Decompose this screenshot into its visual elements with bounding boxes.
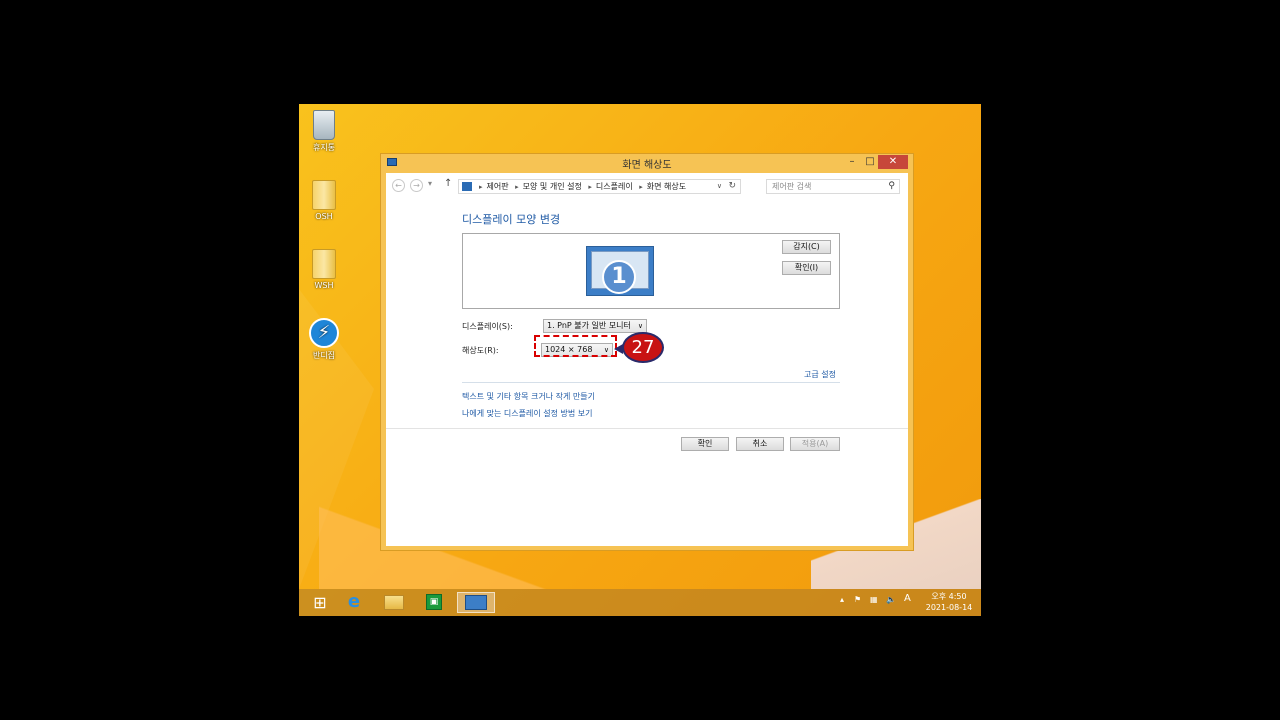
window-content: ← → ▾ ↑ ▸ 제어판 ▸ 모양 및 개인 설정 ▸ 디스플레이 ▸ 화면 해상도 … [386,173,908,546]
system-clock[interactable]: 오후 4:50 2021-08-14 [923,591,975,613]
action-center-flag-icon[interactable]: ⚑ [854,595,861,604]
identify-button[interactable]: 확인(I) [782,261,831,275]
taskbar: ⊞ e ▣ ▴ ⚑ ▦ 🔈 A 오후 4:50 2021-08-14 [299,589,981,616]
desktop-icon-label: WSH [314,281,334,290]
desktop-icon-label: 반디집 [312,351,336,360]
monitor-1-tile[interactable]: 1 [586,246,654,296]
recent-pages-dropdown[interactable]: ▾ [428,179,432,188]
desktop-screen: 휴지통 OSH WSH ⚡ 반디집 화면 해상도 – □ ✕ ← → ▾ ↑ ▸… [299,104,981,616]
volume-icon[interactable]: 🔈 [886,595,896,604]
recycle-bin-icon [313,110,335,140]
breadcrumb[interactable]: ▸ 제어판 ▸ 모양 및 개인 설정 ▸ 디스플레이 ▸ 화면 해상도 ∨ ↻ [458,179,741,194]
step-number-badge: 27 [622,332,664,363]
chevron-right-icon: ▸ [515,183,519,191]
bandizip-shortcut[interactable]: ⚡ 반디집 [305,318,343,361]
ok-button[interactable]: 확인 [681,437,729,451]
wsh-folder-shortcut[interactable]: WSH [305,249,343,290]
folder-icon [384,595,404,610]
folder-icon [312,249,336,279]
resolution-label: 해상도(R): [462,346,499,355]
control-panel-icon [465,595,487,610]
display-select[interactable]: 1. PnP 불가 일반 모니터 ∨ [543,319,647,333]
bandizip-icon: ⚡ [309,318,339,348]
display-select-value: 1. PnP 불가 일반 모니터 [547,321,631,330]
chevron-down-icon: ∨ [637,322,643,330]
address-bar: ← → ▾ ↑ ▸ 제어판 ▸ 모양 및 개인 설정 ▸ 디스플레이 ▸ 화면 해상도 … [386,173,908,199]
network-icon[interactable]: ▦ [870,595,878,604]
internet-explorer-icon: e [347,591,361,612]
control-panel-taskbar-button[interactable] [457,592,495,613]
breadcrumb-item[interactable]: 디스플레이 [596,182,633,191]
file-explorer-button[interactable] [377,592,411,613]
refresh-icon[interactable]: ↻ [728,180,736,193]
recycle-bin-shortcut[interactable]: 휴지통 [305,110,343,153]
folder-icon [312,180,336,210]
breadcrumb-item[interactable]: 모양 및 개인 설정 [523,182,582,191]
monitor-number: 1 [602,260,636,294]
search-icon[interactable]: ⚲ [888,180,895,193]
internet-explorer-button[interactable]: e [337,592,371,613]
forward-button[interactable]: → [410,179,423,192]
store-icon: ▣ [426,594,442,610]
store-button[interactable]: ▣ [417,592,451,613]
desktop-icon-label: OSH [315,212,333,221]
chevron-right-icon: ▸ [588,183,592,191]
up-button[interactable]: ↑ [444,178,452,189]
show-hidden-icons-button[interactable]: ▴ [840,595,844,604]
maximize-button[interactable]: □ [863,155,877,169]
clock-time: 오후 4:50 [931,592,967,601]
control-panel-icon [462,182,472,191]
chevron-down-icon[interactable]: ∨ [717,180,722,193]
start-button[interactable]: ⊞ [303,592,337,613]
page-title: 디스플레이 모양 변경 [462,213,561,226]
close-button[interactable]: ✕ [878,155,908,169]
ime-indicator[interactable]: A [904,593,911,604]
search-placeholder: 제어판 검색 [772,182,812,191]
chevron-right-icon: ▸ [479,183,483,191]
desktop-icon-label: 휴지통 [312,143,336,152]
screen-resolution-window: 화면 해상도 – □ ✕ ← → ▾ ↑ ▸ 제어판 ▸ 모양 및 개인 설정 ▸ 디… [380,153,914,551]
display-label: 디스플레이(S): [462,322,513,331]
minimize-button[interactable]: – [845,155,859,169]
search-input[interactable]: 제어판 검색 ⚲ [766,179,900,194]
back-button[interactable]: ← [392,179,405,192]
window-title: 화면 해상도 [622,160,672,171]
divider [462,382,840,383]
highlight-box [534,335,617,357]
windows-logo-icon: ⊞ [313,593,327,612]
apply-button[interactable]: 적용(A) [790,437,840,451]
breadcrumb-item[interactable]: 화면 해상도 [647,182,686,191]
breadcrumb-item[interactable]: 제어판 [487,182,509,191]
text-size-link[interactable]: 텍스트 및 기타 항목 크거나 작게 만들기 [462,391,595,402]
monitor-screen: 1 [591,251,649,294]
chevron-right-icon: ▸ [639,183,643,191]
osh-folder-shortcut[interactable]: OSH [305,180,343,221]
display-help-link[interactable]: 나에게 맞는 디스플레이 설정 방법 보기 [462,408,592,419]
clock-date: 2021-08-14 [925,603,973,612]
divider [386,428,908,429]
title-bar[interactable]: 화면 해상도 – □ ✕ [381,154,913,172]
advanced-settings-link[interactable]: 고급 설정 [804,369,836,380]
display-preview: 1 감지(C) 확인(I) [462,233,840,309]
cancel-button[interactable]: 취소 [736,437,784,451]
detect-button[interactable]: 감지(C) [782,240,831,254]
